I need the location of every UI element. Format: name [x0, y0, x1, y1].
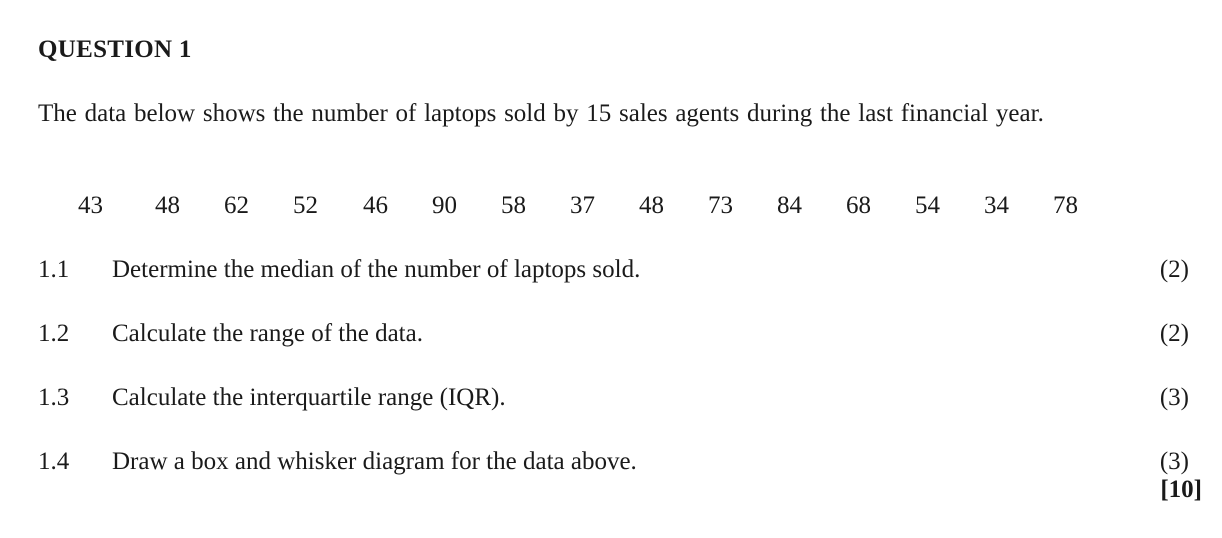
data-value: 34: [984, 192, 1009, 219]
sub-question-1-4: 1.4 Draw a box and whisker diagram for t…: [0, 448, 1222, 482]
sub-question-1-1: 1.1 Determine the median of the number o…: [0, 256, 1222, 290]
data-value: 68: [846, 192, 871, 219]
sub-question-text: Calculate the interquartile range (IQR).: [112, 384, 506, 411]
data-value: 84: [777, 192, 802, 219]
data-value: 54: [915, 192, 940, 219]
sub-question-marks: (2): [1159, 320, 1189, 347]
question-intro: The data below shows the number of lapto…: [38, 100, 1044, 127]
sub-question-1-3: 1.3 Calculate the interquartile range (I…: [0, 384, 1222, 418]
data-value: 43: [78, 192, 103, 219]
data-value: 58: [501, 192, 526, 219]
sub-question-text: Draw a box and whisker diagram for the d…: [112, 448, 637, 475]
data-value: 52: [293, 192, 318, 219]
sub-question-1-2: 1.2 Calculate the range of the data. (2): [0, 320, 1222, 354]
sub-question-text: Determine the median of the number of la…: [112, 256, 641, 283]
sub-question-number: 1.1: [38, 256, 70, 283]
sub-question-number: 1.2: [38, 320, 70, 347]
sub-question-marks: (2): [1159, 256, 1189, 283]
question-heading: QUESTION 1: [38, 36, 192, 63]
sub-question-number: 1.3: [38, 384, 70, 411]
total-marks: [10]: [1160, 476, 1202, 503]
data-value: 90: [432, 192, 457, 219]
sub-question-text: Calculate the range of the data.: [112, 320, 423, 347]
data-value: 48: [639, 192, 664, 219]
sub-question-number: 1.4: [38, 448, 70, 475]
data-value: 37: [570, 192, 595, 219]
sub-question-marks: (3): [1159, 384, 1189, 411]
data-value: 48: [155, 192, 180, 219]
data-value: 78: [1053, 192, 1078, 219]
data-value: 46: [363, 192, 388, 219]
data-value: 73: [708, 192, 733, 219]
sub-question-marks: (3): [1159, 448, 1189, 475]
data-values-row: 43 48 62 52 46 90 58 37 48 73 84 68 54 3…: [0, 192, 1222, 226]
data-value: 62: [224, 192, 249, 219]
